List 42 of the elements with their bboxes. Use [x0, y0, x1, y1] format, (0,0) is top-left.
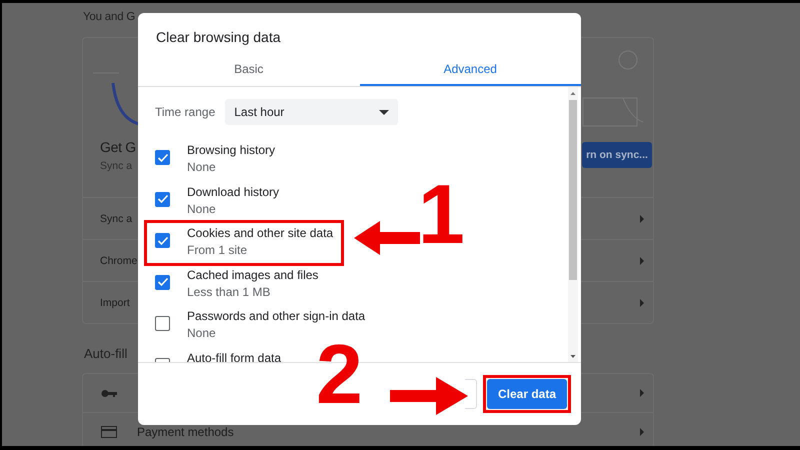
checkbox-label: Auto-fill form data — [187, 350, 282, 362]
dialog-tab[interactable]: Basic — [138, 56, 360, 86]
key-icon — [101, 388, 117, 398]
checkbox[interactable] — [155, 192, 170, 206]
chevron-icon — [639, 298, 645, 306]
checkbox[interactable] — [155, 150, 170, 165]
checkbox-label: Browsing history — [187, 142, 276, 159]
card-heading: Get G — [100, 138, 136, 154]
chevron-icon — [639, 428, 645, 436]
checkbox-detail: None — [187, 325, 217, 342]
chevron-icon — [639, 214, 645, 222]
checkbox[interactable] — [155, 274, 170, 290]
settings-row-label: Sync a — [100, 212, 132, 224]
dropdown-caret-icon — [379, 110, 390, 114]
checkbox-label: Passwords and other sign-in data — [187, 308, 366, 325]
chevron-icon — [639, 389, 645, 397]
card-icon — [101, 426, 117, 438]
clear-data-button[interactable]: Clear data — [487, 379, 567, 409]
checkbox-detail: None — [187, 159, 217, 176]
step-number: 2 — [316, 332, 363, 416]
time-range-label: Time range — [155, 105, 216, 119]
time-range-dropdown[interactable]: Last hour — [225, 99, 398, 125]
scrollbar[interactable] — [568, 87, 578, 362]
turn-on-sync-button[interactable]: rn on sync... — [582, 142, 652, 168]
checkbox-detail: From 1 site — [187, 242, 248, 259]
settings-row-label: Import — [100, 296, 130, 308]
checkbox-detail: None — [187, 200, 217, 218]
checkbox-label: Cached images and files — [187, 266, 318, 284]
checkbox-detail: Less than 1 MB — [187, 284, 272, 300]
chevron-icon — [639, 256, 645, 264]
checkbox[interactable] — [155, 233, 170, 248]
dialog-tab[interactable]: Advanced — [360, 56, 581, 86]
dialog-title: Clear browsing data — [155, 28, 282, 47]
settings-row-label: Chrome — [100, 254, 138, 266]
checkbox-label: Download history — [187, 184, 280, 200]
autofill-row-label: Payment methods — [137, 425, 234, 439]
section-title: You and G — [82, 10, 136, 25]
section-title: Auto-fill — [83, 345, 128, 363]
step-number: 1 — [418, 172, 465, 256]
checkbox[interactable] — [155, 316, 170, 331]
checkbox-label: Cookies and other site data — [187, 225, 334, 242]
arrow-annotation — [354, 221, 420, 255]
